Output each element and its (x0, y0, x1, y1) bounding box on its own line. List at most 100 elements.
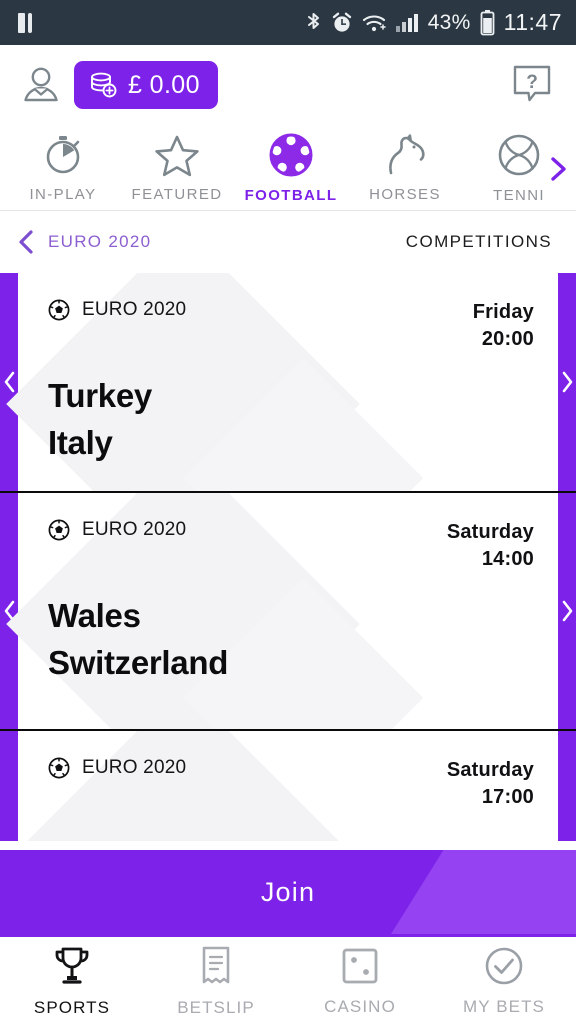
horse-icon (381, 133, 429, 177)
match-card-body: EURO 2020 Saturday 17:00 Denmark (6, 731, 558, 841)
competition-name: EURO 2020 (82, 519, 187, 540)
bottom-nav-item-my-bets[interactable]: MY BETS (432, 945, 576, 1017)
football-ball-icon (48, 757, 70, 779)
stopwatch-icon (41, 133, 85, 177)
battery-icon (480, 9, 495, 36)
carousel-prev-button[interactable] (0, 273, 18, 491)
status-bar-left (18, 12, 38, 34)
home-team: Wales (48, 597, 141, 634)
sports-nav-label: HORSES (369, 185, 441, 203)
svg-text:?: ? (526, 72, 538, 93)
football-icon (268, 132, 314, 178)
sports-nav-scroll-right-icon[interactable] (548, 156, 570, 182)
join-button-label: Join (260, 876, 316, 907)
sports-nav-item-featured[interactable]: FEATURED (120, 133, 234, 203)
competition-tag: EURO 2020 (48, 299, 186, 321)
match-day: Saturday (446, 759, 534, 781)
status-bar-right: 43% 11:47 (305, 9, 562, 36)
receipt-icon (196, 944, 236, 988)
match-day: Saturday (446, 521, 534, 543)
check-circle-icon (483, 945, 525, 987)
sports-nav-item-football[interactable]: FOOTBALL (234, 132, 348, 204)
match-day: Friday (472, 301, 534, 323)
competitions-link[interactable]: COMPETITIONS (406, 232, 552, 252)
carousel-next-button[interactable] (558, 493, 576, 729)
account-icon[interactable] (22, 65, 60, 105)
away-team: Switzerland (48, 643, 229, 681)
football-ball-icon (48, 519, 70, 541)
carousel-prev-button[interactable] (0, 731, 18, 841)
match-kickoff: Saturday 14:00 (447, 519, 534, 573)
help-icon[interactable]: ? (512, 64, 552, 106)
bottom-nav-label: CASINO (324, 996, 396, 1016)
star-icon (154, 133, 200, 177)
match-teams: Turkey Italy (48, 373, 534, 467)
bottom-nav-item-casino[interactable]: CASINO (288, 945, 432, 1017)
chevron-right-icon[interactable] (561, 600, 574, 622)
signal-icon (395, 11, 419, 35)
bottom-nav-label: BETSLIP (177, 997, 255, 1017)
wifi-icon (362, 11, 386, 35)
match-card-body: EURO 2020 Saturday 14:00 Wales Switzerla… (6, 493, 558, 729)
match-list[interactable]: EURO 2020 Friday 20:00 Turkey Italy EURO… (0, 273, 576, 850)
chevron-left-icon[interactable] (3, 371, 16, 393)
dice-icon (339, 945, 381, 987)
alarm-icon (331, 11, 353, 35)
bottom-nav[interactable]: SPORTS BETSLIP CASINO MY BETS (0, 934, 576, 1024)
competition-name: EURO 2020 (82, 299, 187, 320)
bottom-nav-item-betslip[interactable]: BETSLIP (144, 944, 288, 1018)
header-left: £ 0.00 (22, 61, 218, 109)
match-card[interactable]: EURO 2020 Friday 20:00 Turkey Italy (0, 273, 576, 493)
balance-button[interactable]: £ 0.00 (74, 61, 218, 109)
match-teams: Wales Switzerland (48, 593, 534, 687)
app-badge-icon (18, 12, 38, 34)
carousel-next-button[interactable] (558, 273, 576, 491)
match-time: 20:00 (481, 328, 534, 350)
home-team: Denmark (48, 831, 534, 841)
match-card[interactable]: EURO 2020 Saturday 17:00 Denmark (0, 731, 576, 841)
sports-nav-label: FEATURED (131, 185, 223, 203)
join-banner-accent (343, 850, 576, 934)
sports-nav-label: TENNI (493, 186, 545, 204)
carousel-prev-button[interactable] (0, 493, 18, 729)
chevron-left-icon[interactable] (3, 600, 16, 622)
breadcrumb-title: EURO 2020 (48, 232, 152, 251)
carousel-next-button[interactable] (558, 731, 576, 841)
join-banner[interactable]: Join (0, 850, 576, 934)
sports-nav[interactable]: IN-PLAY FEATURED FOOTBALL HORSES TENNI (0, 125, 576, 211)
chevron-left-icon[interactable] (16, 229, 36, 255)
match-time: 17:00 (481, 786, 534, 808)
sports-nav-item-horses[interactable]: HORSES (348, 133, 462, 203)
football-ball-icon (48, 299, 70, 321)
sports-nav-label: FOOTBALL (244, 186, 338, 204)
match-card[interactable]: EURO 2020 Saturday 14:00 Wales Switzerla… (0, 493, 576, 731)
status-bar: 43% 11:47 (0, 0, 576, 45)
match-kickoff: Friday 20:00 (473, 299, 534, 353)
coins-add-icon (88, 70, 118, 100)
match-kickoff: Saturday 17:00 (447, 757, 534, 811)
sports-nav-item-in-play[interactable]: IN-PLAY (6, 133, 120, 203)
trophy-icon (50, 944, 94, 988)
match-teams: Denmark (48, 831, 534, 841)
clock-time: 11:47 (503, 9, 562, 35)
bottom-nav-item-sports[interactable]: SPORTS (0, 944, 144, 1018)
tennis-icon (496, 132, 542, 178)
sports-nav-label: IN-PLAY (29, 185, 97, 203)
match-time: 14:00 (481, 548, 534, 570)
away-team: Italy (48, 423, 113, 461)
bottom-nav-label: SPORTS (33, 997, 111, 1017)
bottom-nav-label: MY BETS (462, 996, 546, 1016)
competition-tag: EURO 2020 (48, 757, 186, 779)
competition-tag: EURO 2020 (48, 519, 186, 541)
bluetooth-icon (305, 11, 322, 35)
breadcrumb: EURO 2020 COMPETITIONS (0, 211, 576, 273)
app-header: £ 0.00 ? (0, 45, 576, 125)
app-root: 43% 11:47 £ 0.00 ? IN-PLAY FEATURED FOOT… (0, 0, 576, 1024)
breadcrumb-back[interactable]: EURO 2020 (16, 229, 151, 255)
chevron-right-icon[interactable] (561, 371, 574, 393)
home-team: Turkey (48, 377, 152, 414)
match-card-body: EURO 2020 Friday 20:00 Turkey Italy (6, 273, 558, 491)
competition-name: EURO 2020 (82, 757, 187, 778)
balance-amount: £ 0.00 (128, 70, 200, 99)
battery-percent: 43% (427, 10, 471, 34)
